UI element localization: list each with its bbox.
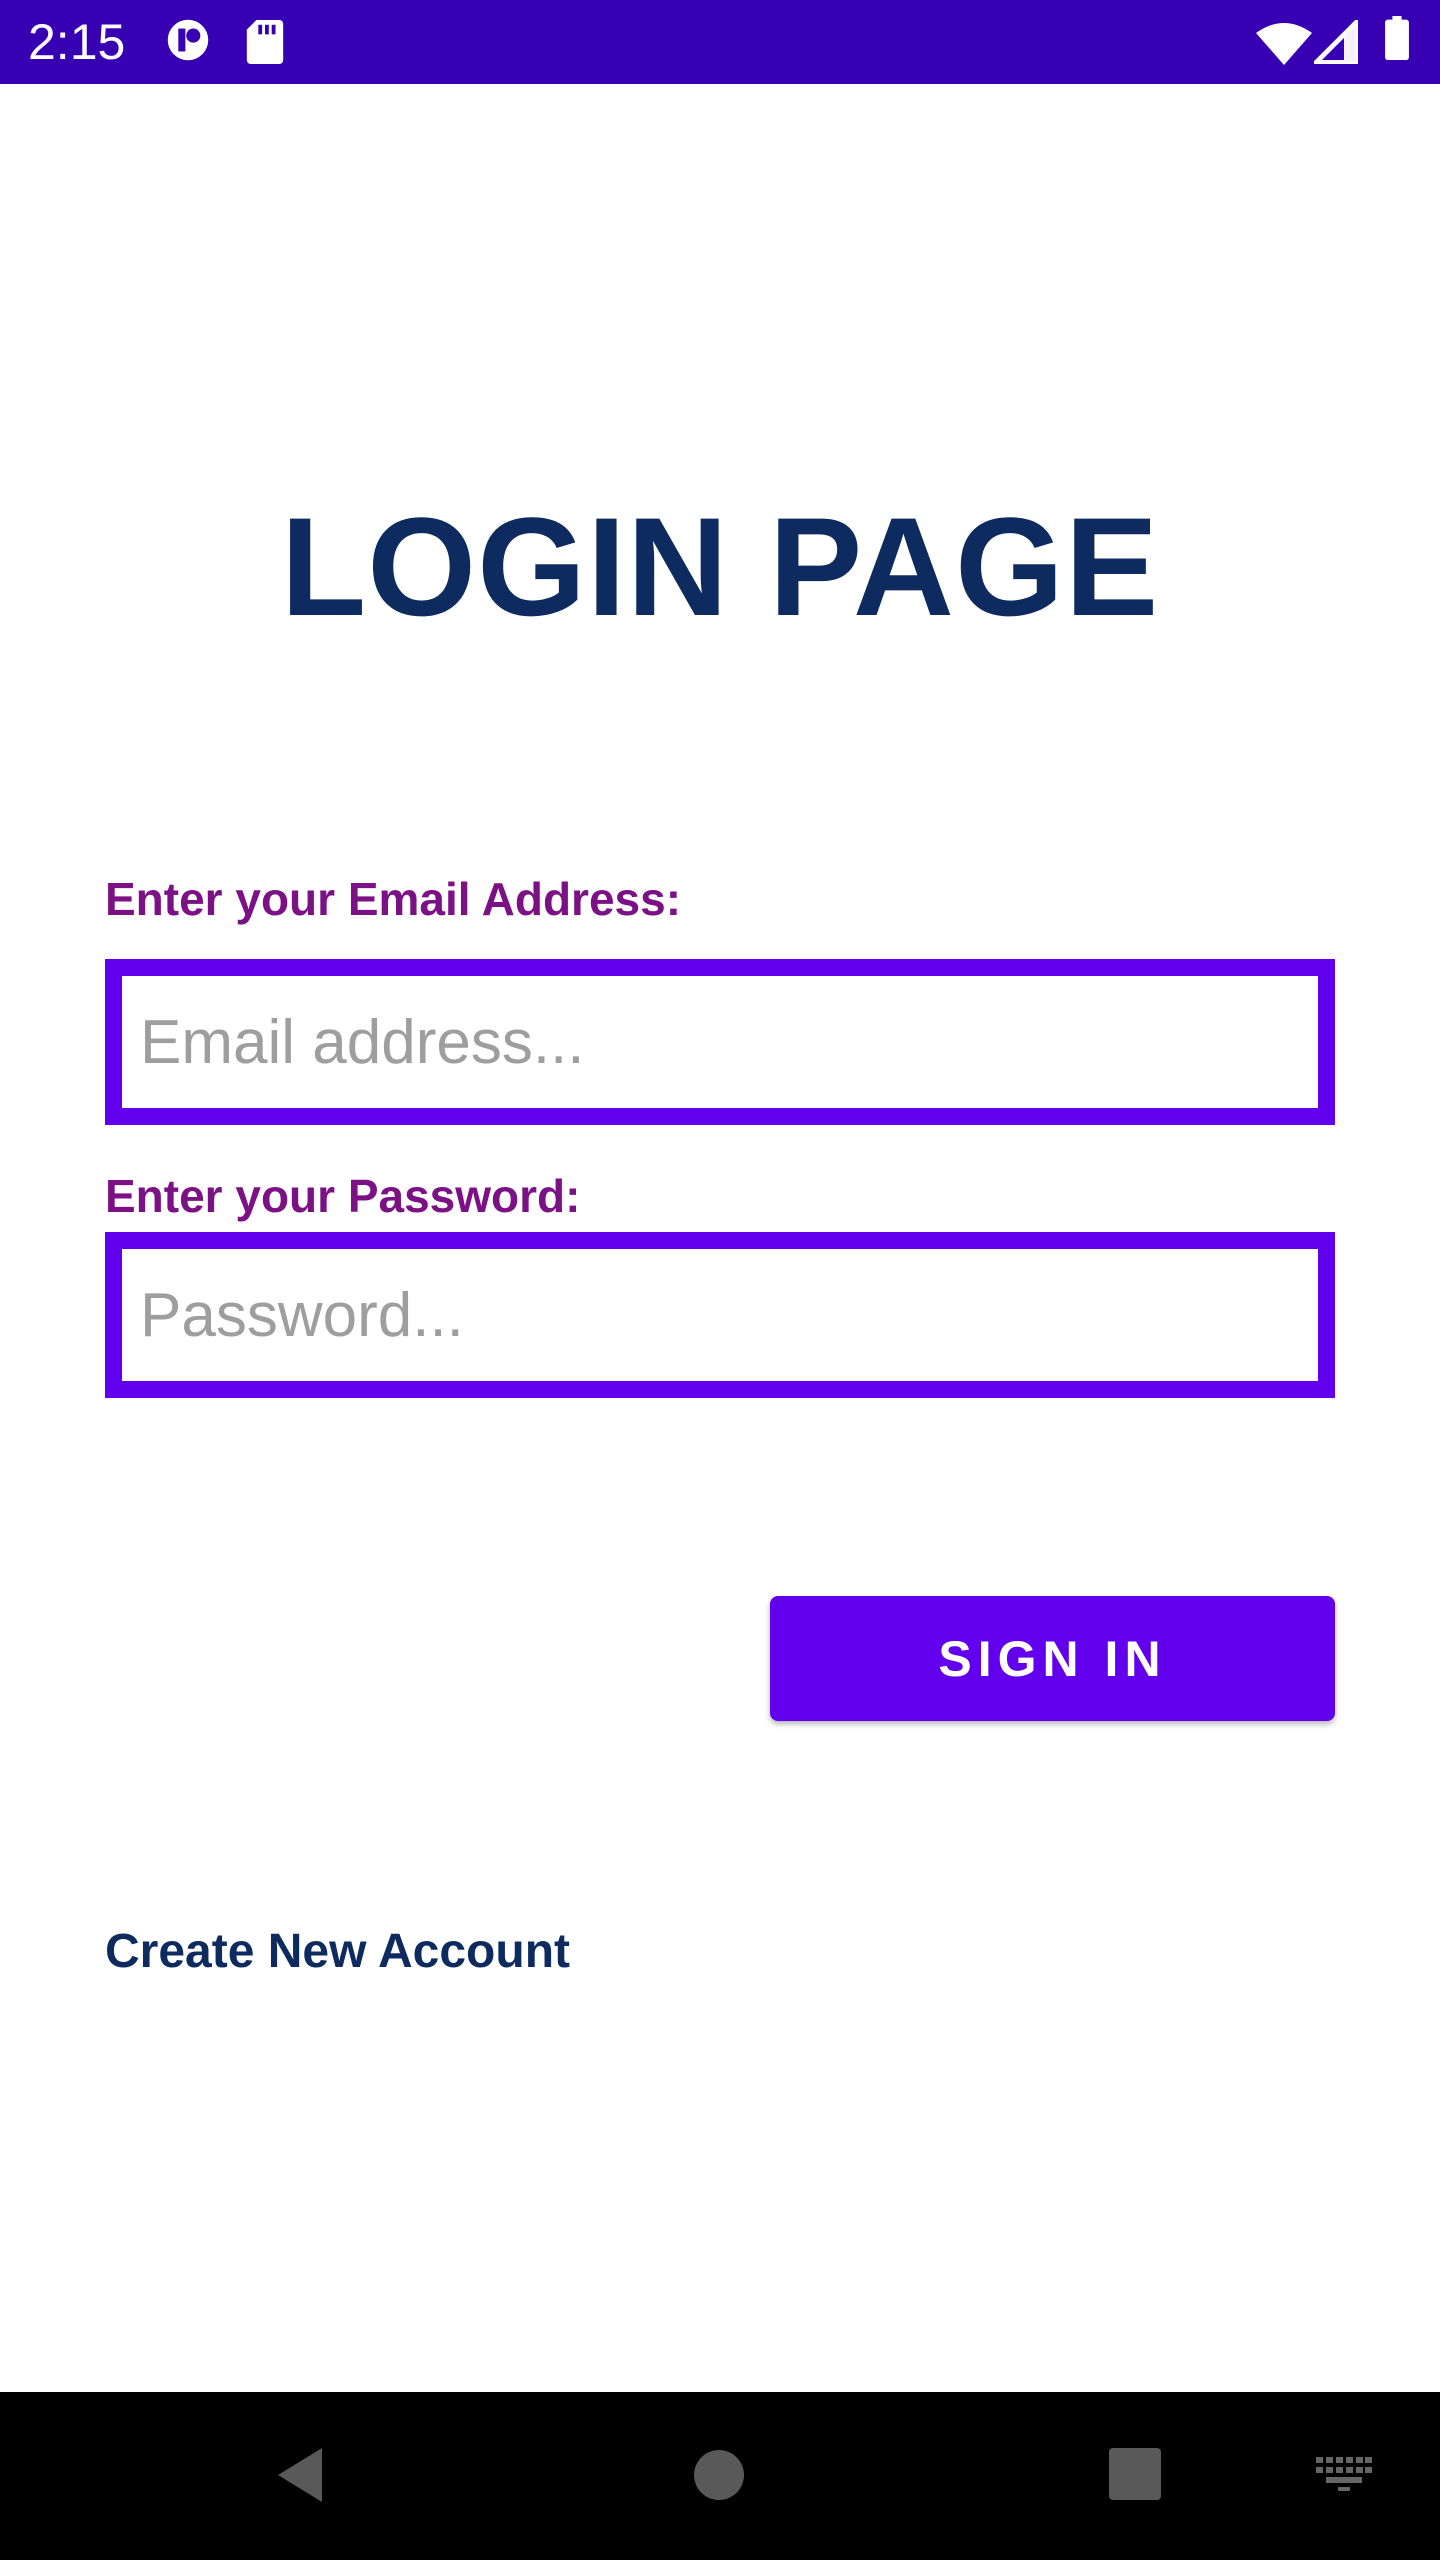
app-notification-icon	[167, 19, 209, 61]
status-bar: 2:15	[0, 0, 1440, 84]
back-icon[interactable]	[272, 2444, 326, 2506]
sd-card-icon	[246, 20, 284, 64]
cellular-signal-icon	[1314, 20, 1358, 64]
create-account-link[interactable]: Create New Account	[105, 1924, 570, 1980]
battery-icon	[1385, 16, 1409, 60]
status-time: 2:15	[28, 14, 126, 70]
email-input[interactable]	[105, 959, 1335, 1125]
wifi-icon	[1256, 23, 1312, 65]
sign-in-button[interactable]: SIGN IN	[770, 1596, 1335, 1721]
password-label: Enter your Password:	[105, 1170, 581, 1222]
navigation-bar	[0, 2392, 1440, 2560]
page-title: LOGIN PAGE	[280, 488, 1160, 645]
keyboard-icon[interactable]	[1316, 2457, 1372, 2491]
recents-icon[interactable]	[1108, 2447, 1162, 2501]
password-input[interactable]	[105, 1232, 1335, 1398]
email-label: Enter your Email Address:	[105, 873, 682, 925]
home-icon[interactable]	[693, 2449, 745, 2501]
